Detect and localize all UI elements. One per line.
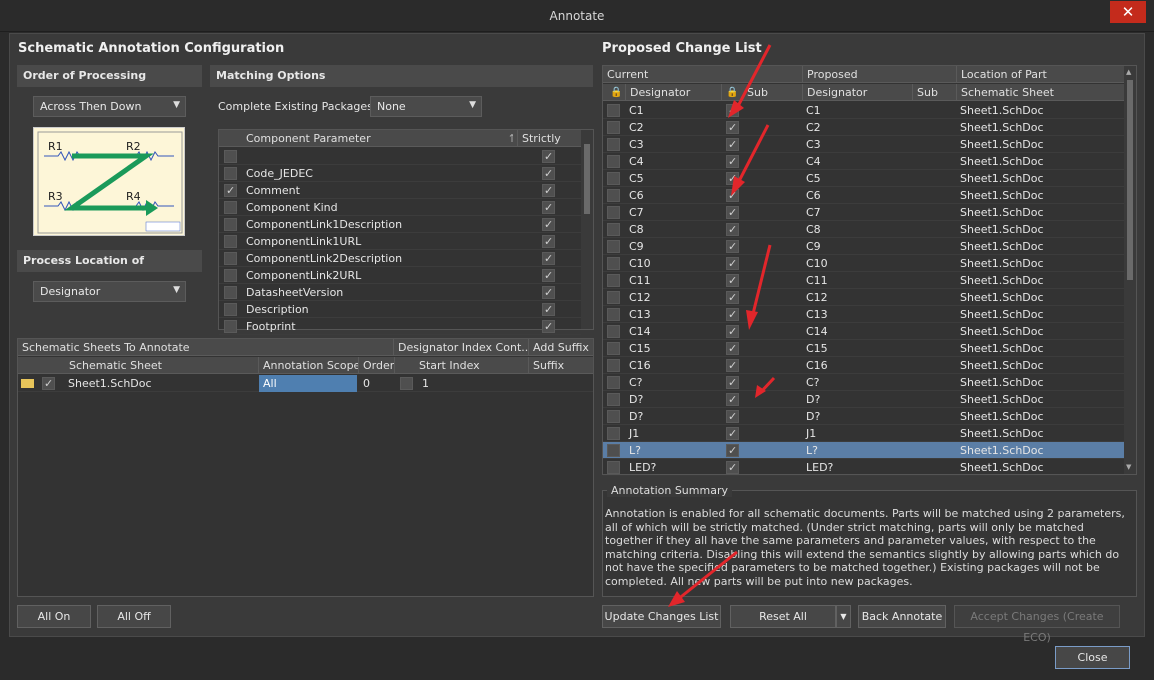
annotation-arrows — [668, 44, 776, 607]
